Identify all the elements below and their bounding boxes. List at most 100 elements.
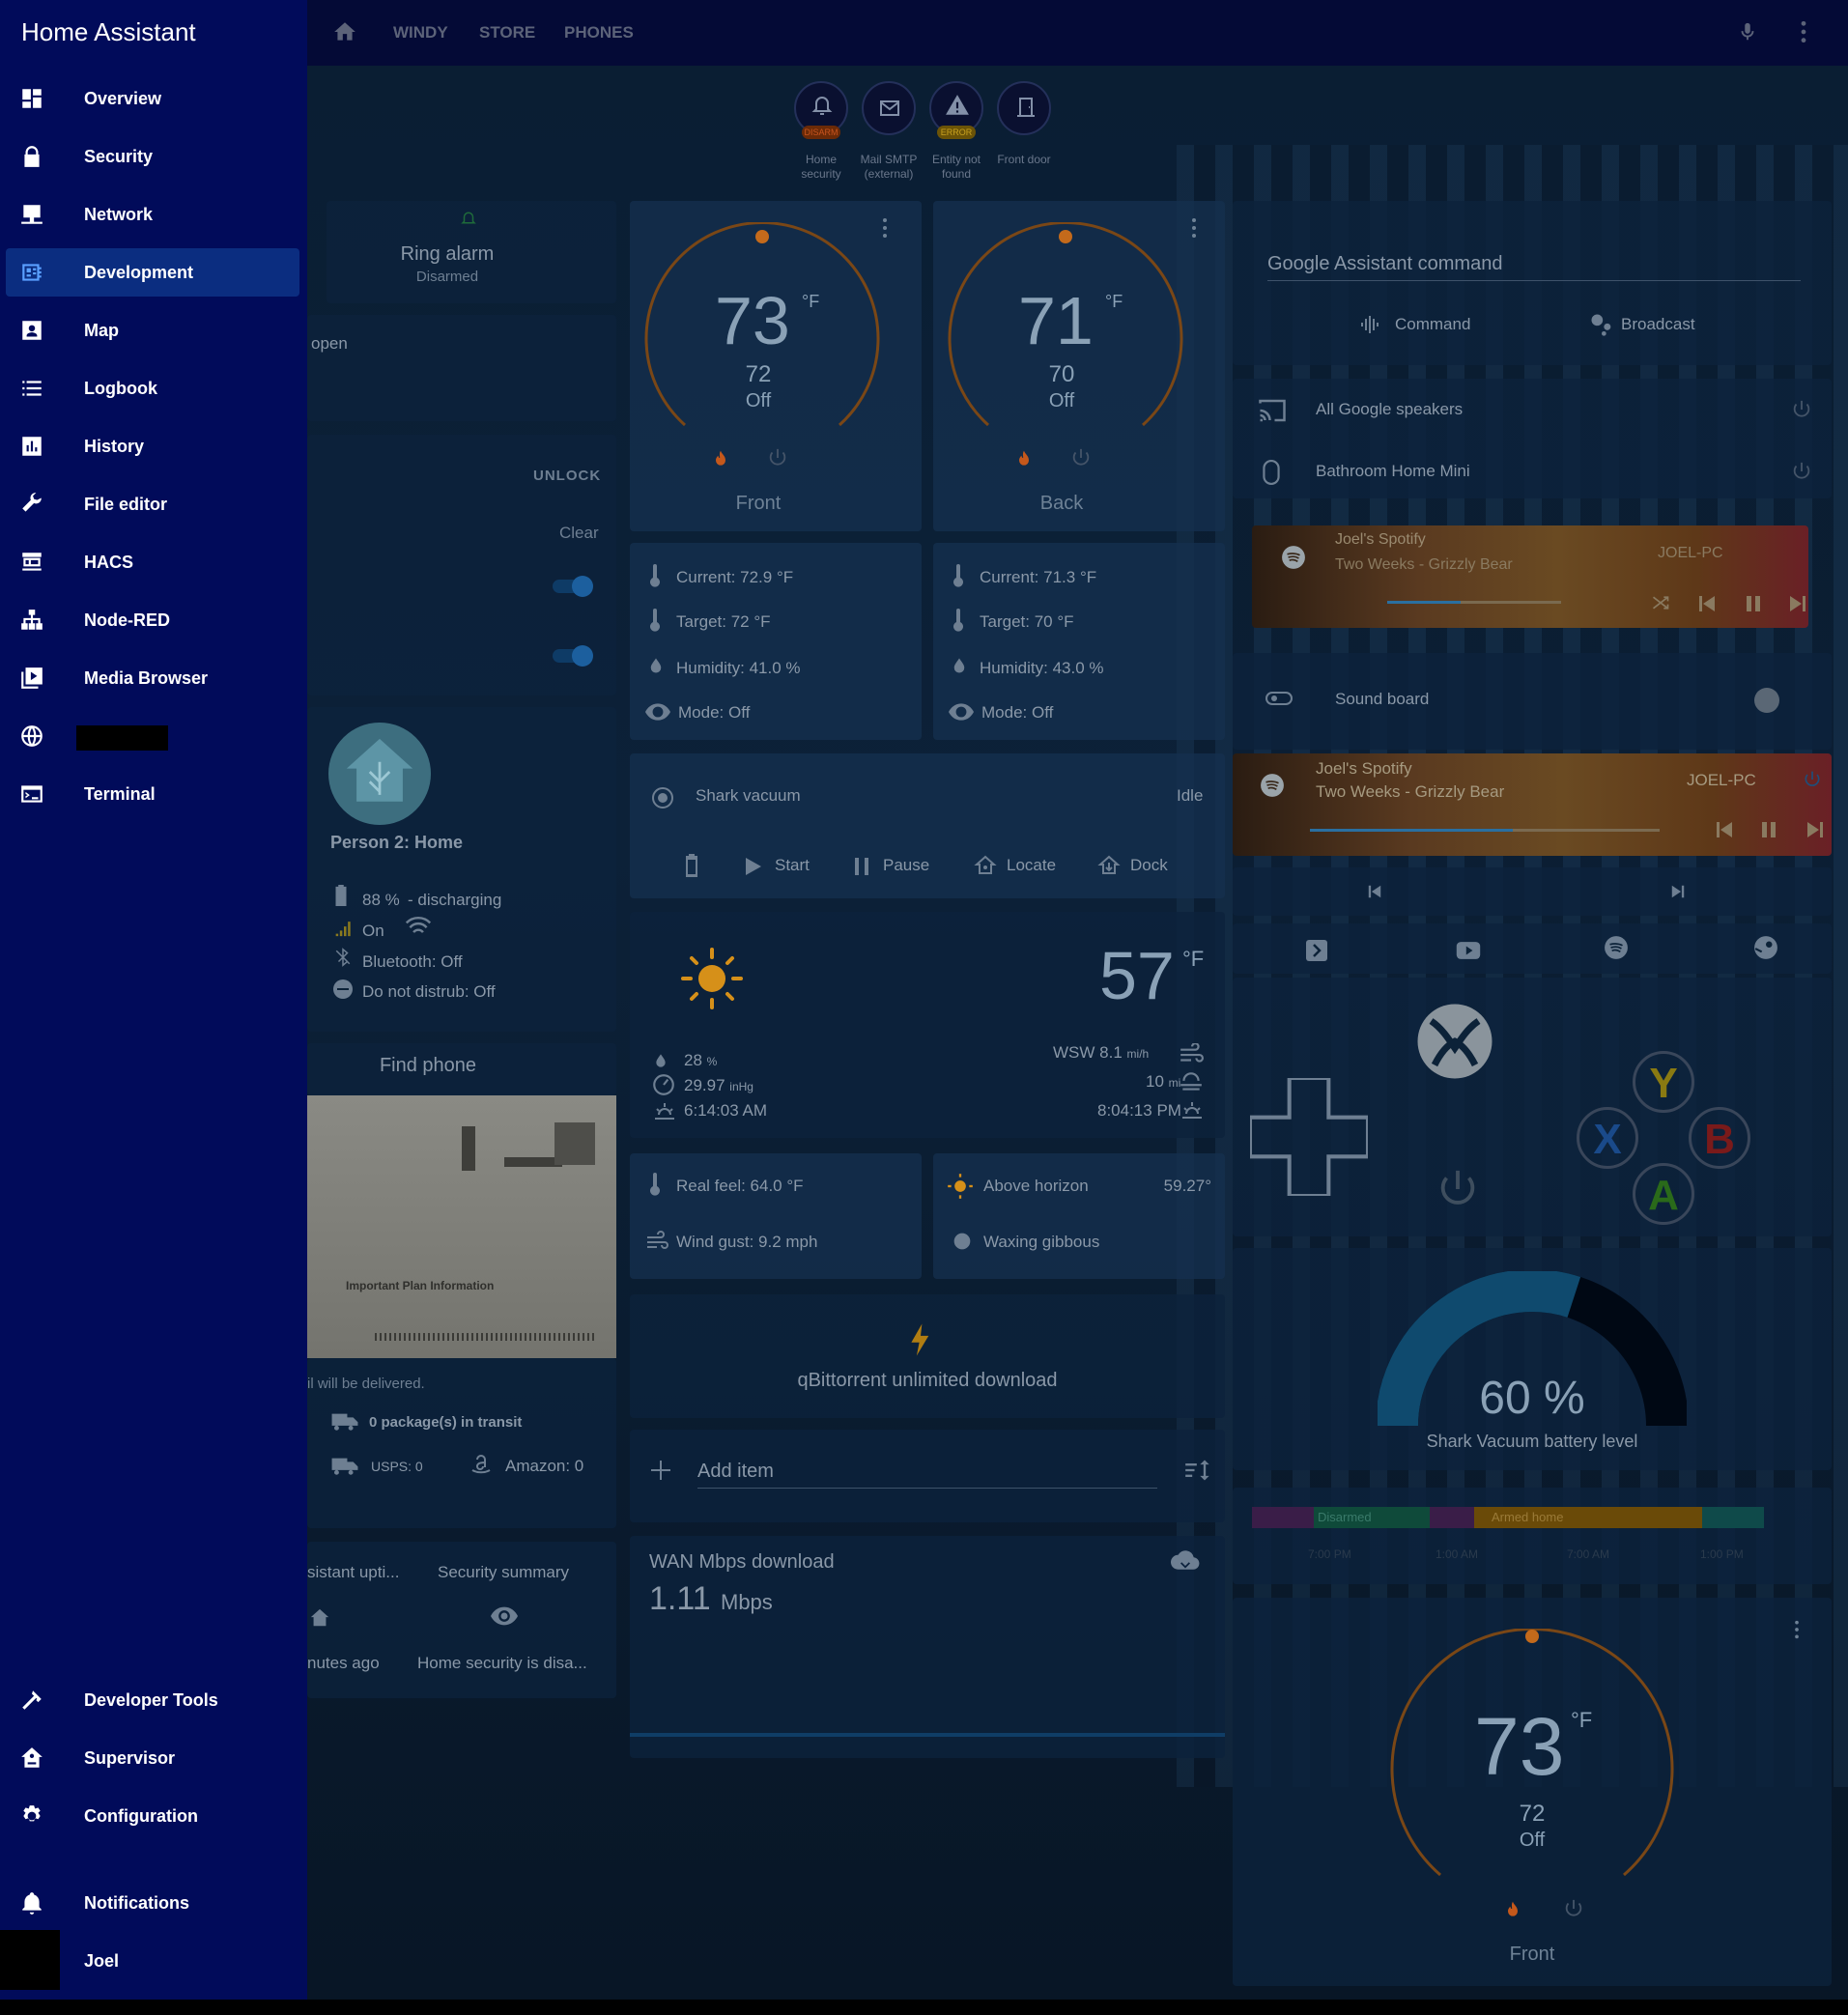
find-phone-button[interactable]: Find phone: [307, 1043, 616, 1095]
thermostat-front[interactable]: 73 °F 72 Off Front: [630, 201, 922, 531]
power-icon[interactable]: [1791, 460, 1812, 483]
unlock-button[interactable]: UNLOCK: [533, 468, 601, 484]
fire-icon[interactable]: [1503, 1897, 1522, 1922]
add-item-input[interactable]: Add item: [697, 1461, 774, 1483]
vacuum-locate-button[interactable]: Locate: [1007, 856, 1056, 875]
a-button[interactable]: A: [1633, 1163, 1694, 1225]
more-vert-icon[interactable]: [1799, 19, 1808, 44]
skip-next-icon[interactable]: [1789, 595, 1806, 612]
skip-next-icon[interactable]: [1671, 885, 1685, 898]
qbittorrent-button[interactable]: qBittorrent unlimited download: [630, 1294, 1225, 1418]
power-icon[interactable]: [1436, 1167, 1480, 1211]
sidebar-item-terminal[interactable]: Terminal: [6, 770, 299, 818]
sidebar-item-profile[interactable]: Joel: [6, 1937, 299, 1985]
pause-icon[interactable]: [1745, 595, 1762, 612]
home-import-icon[interactable]: [1097, 854, 1121, 877]
steam-icon[interactable]: [1752, 935, 1779, 960]
sidebar-item-network[interactable]: Network: [6, 190, 299, 239]
sidebar-item-file-editor[interactable]: File editor: [6, 480, 299, 528]
vacuum-battery-gauge[interactable]: 60 % Shark Vacuum battery level: [1233, 1248, 1832, 1470]
power-icon[interactable]: [767, 446, 788, 469]
plus-icon[interactable]: [651, 1461, 670, 1480]
gauge-label: Shark Vacuum battery level: [1426, 1432, 1638, 1451]
home-map-marker-icon[interactable]: [974, 854, 997, 877]
command-button[interactable]: Command: [1395, 315, 1470, 334]
weather-card[interactable]: 57 °F 28 % 29.97 inHg 6:14:03 AM WSW 8.1…: [630, 912, 1225, 1138]
thermostat-front-large[interactable]: 73 °F 72 Off Front: [1233, 1598, 1832, 1986]
fire-icon[interactable]: [1014, 446, 1034, 471]
sidebar-item-configuration[interactable]: Configuration: [6, 1792, 299, 1840]
x-button[interactable]: X: [1577, 1107, 1638, 1169]
sidebar-item-supervisor[interactable]: Supervisor: [6, 1734, 299, 1782]
tab-phones[interactable]: PHONES: [564, 23, 634, 43]
shuffle-icon[interactable]: [1650, 593, 1671, 612]
spotify-device[interactable]: JOEL-PC: [1658, 545, 1723, 562]
badge-entity-error[interactable]: ERROR: [929, 81, 983, 139]
skip-next-icon[interactable]: [1806, 821, 1824, 838]
play-icon[interactable]: [746, 858, 761, 875]
clear-button[interactable]: Clear: [559, 524, 599, 543]
sound-board-toggle[interactable]: [1754, 688, 1779, 713]
badge-mail-smtp[interactable]: [862, 81, 916, 135]
microphone-icon[interactable]: [1737, 19, 1758, 44]
badge-front-door[interactable]: [997, 81, 1051, 135]
wan-download-card[interactable]: WAN Mbps download 1.11 Mbps: [630, 1536, 1225, 1758]
dpad[interactable]: [1250, 1078, 1368, 1196]
tab-store[interactable]: STORE: [479, 23, 535, 43]
skip-previous-icon[interactable]: [1698, 595, 1716, 612]
power-icon[interactable]: [1803, 769, 1822, 790]
spotify-player[interactable]: Joel's Spotify Two Weeks - Grizzly Bear …: [1233, 753, 1832, 856]
pause-icon[interactable]: [854, 858, 869, 875]
badge-home-security[interactable]: DISARM: [794, 81, 848, 139]
sidebar-item-overview[interactable]: Overview: [6, 74, 299, 123]
sidebar-item-node-red[interactable]: Node-RED: [6, 596, 299, 644]
sidebar-item-history[interactable]: History: [6, 422, 299, 470]
b-button[interactable]: B: [1689, 1107, 1750, 1169]
weather-sunset: 8:04:13 PM: [1097, 1101, 1181, 1120]
youtube-icon[interactable]: [1455, 941, 1482, 960]
sidebar-item-security[interactable]: Security: [6, 132, 299, 181]
tab-windy[interactable]: WINDY: [393, 23, 448, 43]
attr-humidity: Humidity: 41.0 %: [676, 659, 801, 677]
todo-card: Add item: [630, 1430, 1225, 1522]
more-vert-icon[interactable]: [1190, 216, 1198, 240]
sidebar-item-media-browser[interactable]: Media Browser: [6, 654, 299, 702]
fire-icon[interactable]: [711, 446, 730, 471]
skip-previous-icon[interactable]: [1716, 821, 1733, 838]
sidebar-item-hacs[interactable]: HACS: [6, 538, 299, 586]
vacuum-start-button[interactable]: Start: [775, 856, 810, 875]
home-icon[interactable]: [332, 19, 357, 44]
attr-current: Current: 72.9 °F: [676, 568, 794, 586]
sidebar-item-development[interactable]: Development: [6, 248, 299, 297]
plex-icon[interactable]: [1304, 939, 1329, 962]
sidebar-item-developer-tools[interactable]: Developer Tools: [6, 1676, 299, 1724]
power-icon[interactable]: [1791, 398, 1812, 421]
broadcast-button[interactable]: Broadcast: [1621, 315, 1695, 334]
sort-icon[interactable]: [1184, 1459, 1211, 1482]
xbox-icon[interactable]: [1414, 1001, 1495, 1082]
lock-state: open: [311, 334, 348, 353]
ring-alarm-card[interactable]: Ring alarm Disarmed: [327, 201, 616, 303]
spotify-mini-player[interactable]: Joel's Spotify Two Weeks - Grizzly Bear …: [1252, 525, 1808, 628]
spotify-icon[interactable]: [1604, 935, 1629, 960]
power-icon[interactable]: [1070, 446, 1092, 469]
vacuum-dock-button[interactable]: Dock: [1130, 856, 1168, 875]
sidebar-item-map[interactable]: Map: [6, 306, 299, 355]
water-percent-icon: [656, 1054, 666, 1067]
power-icon[interactable]: [1563, 1897, 1584, 1920]
sidebar-item-logbook[interactable]: Logbook: [6, 364, 299, 412]
history-segment: [1252, 1507, 1314, 1528]
more-vert-icon[interactable]: [1793, 1619, 1801, 1640]
pause-icon[interactable]: [1760, 821, 1777, 838]
alarm-history-graph[interactable]: Disarmed Armed home 7:00 PM 1:00 AM 7:00…: [1233, 1488, 1832, 1584]
attr-target: Target: 70 °F: [980, 612, 1074, 631]
vacuum-pause-button[interactable]: Pause: [883, 856, 929, 875]
sidebar-item-notifications[interactable]: Notifications: [6, 1879, 299, 1927]
y-button[interactable]: Y: [1633, 1051, 1694, 1113]
thermostat-back[interactable]: 71 °F 70 Off Back: [933, 201, 1225, 531]
setpoint-handle: [755, 230, 769, 243]
spotify-device[interactable]: JOEL-PC: [1687, 771, 1756, 790]
more-vert-icon[interactable]: [881, 216, 889, 240]
skip-previous-icon[interactable]: [1368, 885, 1381, 898]
google-command-input[interactable]: Google Assistant command: [1267, 253, 1502, 275]
